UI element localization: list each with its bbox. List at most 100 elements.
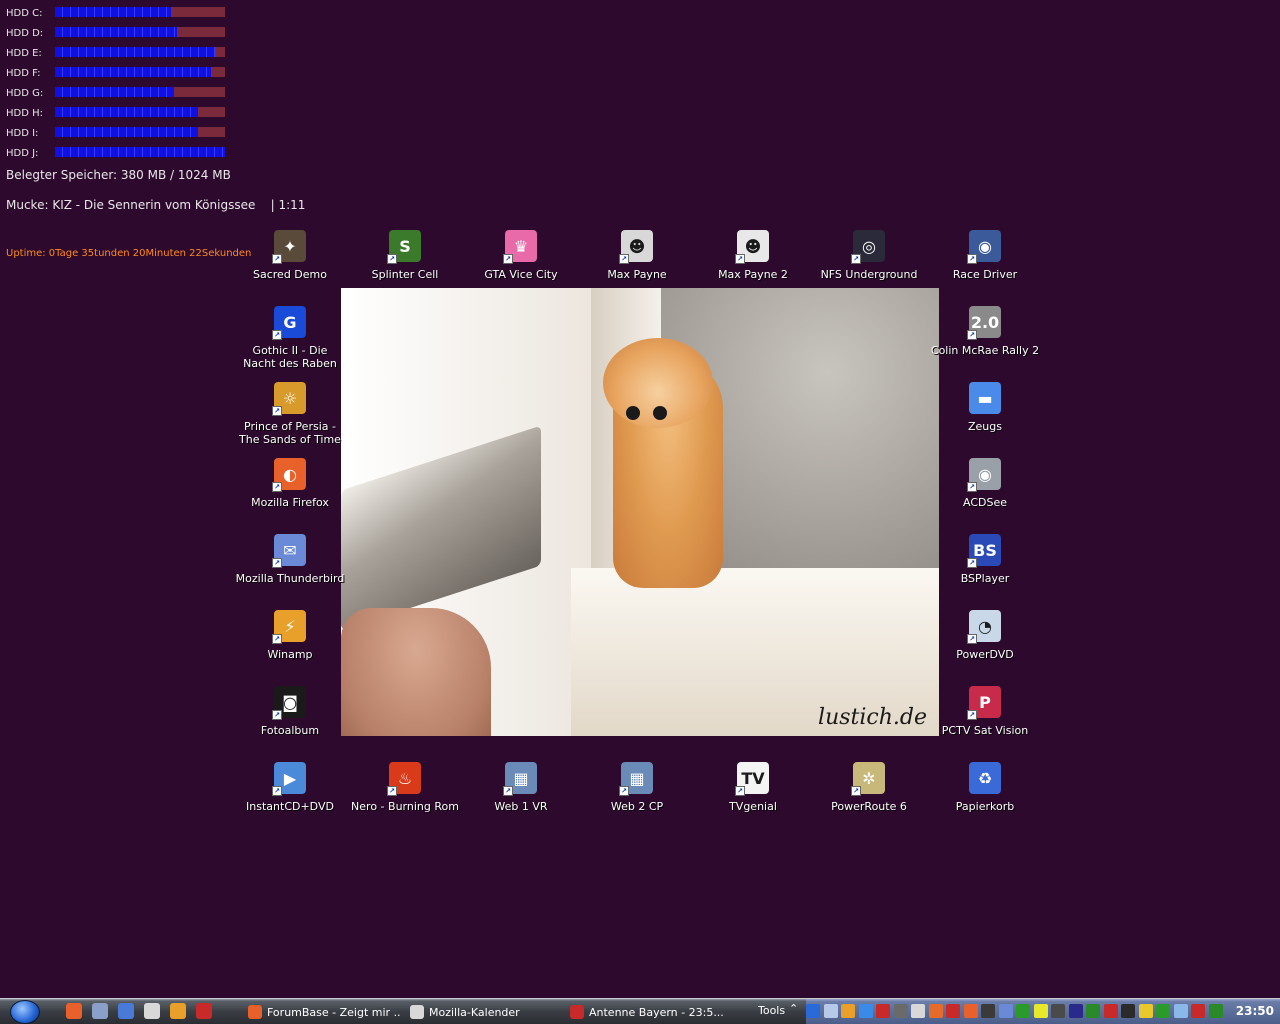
bsplayer-icon[interactable]: BS ↗	[967, 534, 1001, 568]
desktop-icon[interactable]: ◉ ↗ ACDSee	[930, 458, 1040, 509]
desktop-icon[interactable]: S ↗ Splinter Cell	[350, 230, 460, 281]
sacred-icon[interactable]: ✦ ↗	[272, 230, 306, 264]
desktop-icon[interactable]: ☻ ↗ Max Payne 2	[698, 230, 808, 281]
hdd-usage-bar	[55, 127, 225, 137]
tray-icon[interactable]	[998, 1004, 1013, 1018]
tray-icon[interactable]	[981, 1004, 995, 1018]
thunderbird-icon[interactable]: ✉ ↗	[272, 534, 306, 568]
desktop-icon[interactable]: ▶ ↗ InstantCD+DVD	[235, 762, 345, 813]
web2-cp-icon[interactable]: ▦ ↗	[619, 762, 653, 796]
printer-icon[interactable]	[144, 1003, 160, 1019]
winamp-icon[interactable]: ⚡ ↗	[272, 610, 306, 644]
hdd-label: HDD C:	[6, 7, 43, 19]
tray-icon[interactable]	[893, 1004, 908, 1018]
tvgenial-icon[interactable]: TV ↗	[735, 762, 769, 796]
shortcut-arrow-icon: ↗	[619, 786, 629, 796]
desktop-icon[interactable]: ◙ ↗ Fotoalbum	[235, 686, 345, 737]
folder-icon[interactable]: ▬	[969, 382, 1001, 414]
tray-icon[interactable]	[1051, 1004, 1065, 1018]
desktop-icon[interactable]: ▦ ↗ Web 1 VR	[466, 762, 576, 813]
desktop-icon[interactable]: ⚡ ↗ Winamp	[235, 610, 345, 661]
tray-icon[interactable]	[1156, 1004, 1170, 1018]
desktop-icon[interactable]: ◎ ↗ NFS Underground	[814, 230, 924, 281]
prince-of-persia-icon[interactable]: ☼ ↗	[272, 382, 306, 416]
start-button[interactable]	[10, 1000, 40, 1024]
max-payne-2-icon[interactable]: ☻ ↗	[735, 230, 769, 264]
colin-mcrae-icon[interactable]: 2.0 ↗	[967, 306, 1001, 340]
gothic-icon[interactable]: G ↗	[272, 306, 306, 340]
chevron-up-icon[interactable]: ⌃	[789, 1002, 798, 1015]
web1-vr-icon[interactable]: ▦ ↗	[503, 762, 537, 796]
nfs-underground-icon[interactable]: ◎ ↗	[851, 230, 885, 264]
winamp-icon[interactable]	[170, 1003, 186, 1019]
taskbar-button[interactable]: Antenne Bayern - 23:5...	[566, 1001, 736, 1023]
tray-icon[interactable]	[1016, 1004, 1030, 1018]
desktop-icon[interactable]: ♨ ↗ Nero - Burning Rom	[350, 762, 460, 813]
race-driver-icon[interactable]: ◉ ↗	[967, 230, 1001, 264]
fotoalbum-icon[interactable]: ◙ ↗	[272, 686, 306, 720]
thunderbird-icon[interactable]	[92, 1003, 108, 1019]
taskbar-button[interactable]: Mozilla-Kalender	[406, 1001, 562, 1023]
firefox-icon[interactable]: ◐ ↗	[272, 458, 306, 492]
desktop-icon[interactable]: ▦ ↗ Web 2 CP	[582, 762, 692, 813]
tray-icon[interactable]	[841, 1004, 855, 1018]
tray-icon[interactable]	[1191, 1004, 1205, 1018]
gta-vice-city-icon[interactable]: ♛ ↗	[503, 230, 537, 264]
desktop-icon[interactable]: ✲ ↗ PowerRoute 6	[814, 762, 924, 813]
media-icon[interactable]	[196, 1003, 212, 1019]
recycle-bin-icon[interactable]: ♻	[969, 762, 1001, 794]
desktop-icon[interactable]: ◐ ↗ Mozilla Firefox	[235, 458, 345, 509]
tray-icon[interactable]	[963, 1004, 978, 1018]
hdd-usage-fill	[55, 107, 198, 117]
desktop-icon[interactable]: TV ↗ TVgenial	[698, 762, 808, 813]
clock[interactable]: 23:50	[1236, 1004, 1274, 1018]
desktop-icon[interactable]: ✉ ↗ Mozilla Thunderbird	[235, 534, 345, 585]
desktop-icon-label: Splinter Cell	[371, 268, 439, 281]
desktop-icon[interactable]: 2.0 ↗ Colin McRae Rally 2	[930, 306, 1040, 357]
hdd-usage-bar	[55, 27, 225, 37]
tray-icon[interactable]	[876, 1004, 890, 1018]
shortcut-arrow-icon: ↗	[272, 254, 282, 264]
pctv-icon[interactable]: P ↗	[967, 686, 1001, 720]
hdd-label: HDD E:	[6, 47, 42, 59]
tray-icon[interactable]	[1086, 1004, 1100, 1018]
tray-icon[interactable]	[928, 1004, 943, 1018]
tray-icon[interactable]	[806, 1004, 820, 1018]
tray-icon[interactable]	[1173, 1004, 1188, 1018]
tools-toolbar-label[interactable]: Tools	[758, 1004, 785, 1017]
tray-icon[interactable]	[823, 1004, 838, 1018]
tray-icon[interactable]	[946, 1004, 960, 1018]
desktop-icon[interactable]: ☼ ↗ Prince of Persia - The Sands of Time	[235, 382, 345, 446]
wallpaper-watermark: lustich.de	[818, 705, 927, 730]
max-payne-icon[interactable]: ☻ ↗	[619, 230, 653, 264]
firefox-icon[interactable]	[66, 1003, 82, 1019]
tray-icon[interactable]	[858, 1004, 873, 1018]
tray-icon[interactable]	[1208, 1004, 1223, 1018]
desktop-icon[interactable]: ▬ Zeugs	[930, 382, 1040, 433]
tray-icon[interactable]	[1103, 1004, 1118, 1018]
desktop-icon[interactable]: ◉ ↗ Race Driver	[930, 230, 1040, 281]
taskbar-button[interactable]: ForumBase - Zeigt mir ...	[244, 1001, 400, 1023]
splinter-cell-icon[interactable]: S ↗	[387, 230, 421, 264]
tray-icon[interactable]	[1033, 1004, 1048, 1018]
powerroute-icon[interactable]: ✲ ↗	[851, 762, 885, 796]
desktop-icon[interactable]: P ↗ PCTV Sat Vision	[930, 686, 1040, 737]
desktop-icon[interactable]: ☻ ↗ Max Payne	[582, 230, 692, 281]
tray-icon[interactable]	[1138, 1004, 1153, 1018]
desktop-icon[interactable]: G ↗ Gothic II - Die Nacht des Raben	[235, 306, 345, 370]
tray-icon[interactable]	[911, 1004, 925, 1018]
shortcut-arrow-icon: ↗	[967, 710, 977, 720]
tray-icon[interactable]	[1121, 1004, 1135, 1018]
powerdvd-icon[interactable]: ◔ ↗	[967, 610, 1001, 644]
show-desktop-icon[interactable]	[118, 1003, 134, 1019]
acdsee-icon[interactable]: ◉ ↗	[967, 458, 1001, 492]
nero-icon[interactable]: ♨ ↗	[387, 762, 421, 796]
desktop-icon[interactable]: BS ↗ BSPlayer	[930, 534, 1040, 585]
desktop-icon[interactable]: ◔ ↗ PowerDVD	[930, 610, 1040, 661]
desktop-icon[interactable]: ✦ ↗ Sacred Demo	[235, 230, 345, 281]
shortcut-arrow-icon: ↗	[851, 254, 861, 264]
instantcd-icon[interactable]: ▶ ↗	[272, 762, 306, 796]
desktop-icon[interactable]: ♛ ↗ GTA Vice City	[466, 230, 576, 281]
tray-icon[interactable]	[1068, 1004, 1083, 1018]
desktop-icon[interactable]: ♻ Papierkorb	[930, 762, 1040, 813]
